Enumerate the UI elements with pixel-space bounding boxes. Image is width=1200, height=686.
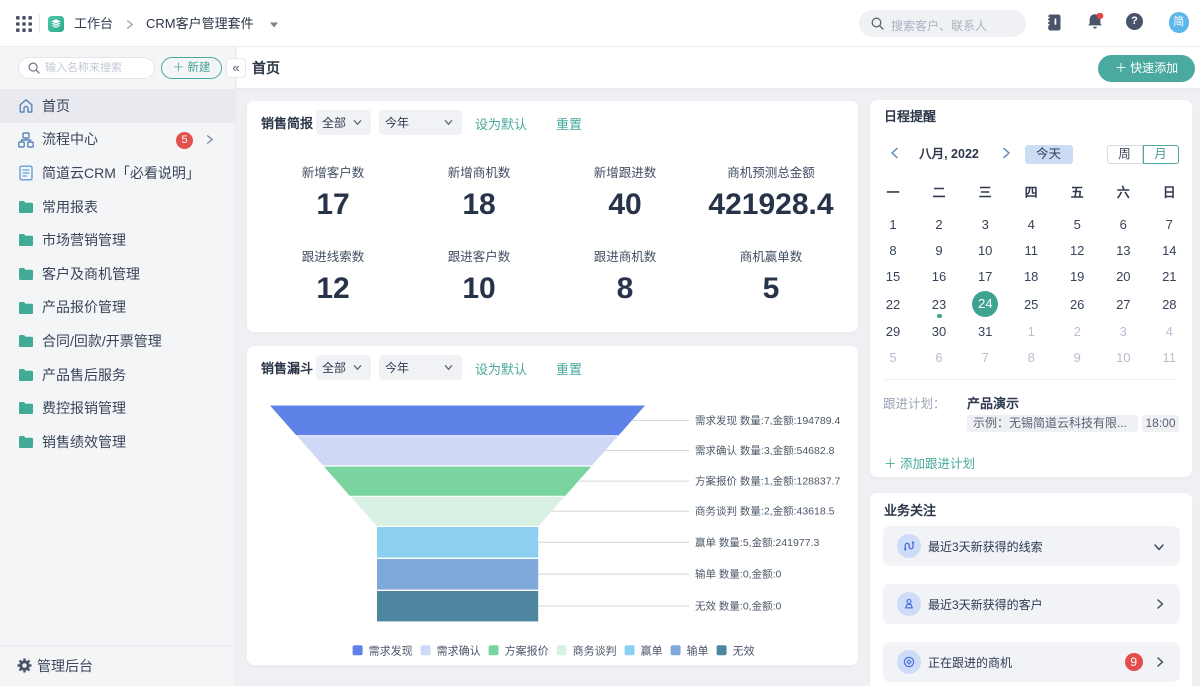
- svg-text:商务谈判 数量:2,金额:43618.5: 商务谈判 数量:2,金额:43618.5: [695, 505, 835, 518]
- svg-text:需求发现: 需求发现: [369, 643, 413, 657]
- svg-text:方案报价 数量:1,金额:128837.7: 方案报价 数量:1,金额:128837.7: [695, 475, 840, 488]
- svg-text:商务谈判: 商务谈判: [573, 643, 617, 657]
- svg-text:方案报价: 方案报价: [505, 643, 549, 657]
- svg-text:赢单: 赢单: [641, 643, 663, 657]
- svg-text:无效: 无效: [733, 643, 755, 657]
- svg-text:无效 数量:0,金额:0: 无效 数量:0,金额:0: [695, 600, 782, 613]
- svg-text:输单: 输单: [687, 643, 709, 657]
- svg-text:赢单 数量:5,金额:241977.3: 赢单 数量:5,金额:241977.3: [695, 536, 819, 549]
- svg-text:需求确认 数量:3,金额:54682.8: 需求确认 数量:3,金额:54682.8: [695, 444, 835, 457]
- svg-text:需求确认: 需求确认: [437, 644, 481, 657]
- svg-text:需求发现 数量:7,金额:194789.4: 需求发现 数量:7,金额:194789.4: [695, 414, 840, 427]
- svg-text:输单 数量:0,金额:0: 输单 数量:0,金额:0: [695, 568, 782, 581]
